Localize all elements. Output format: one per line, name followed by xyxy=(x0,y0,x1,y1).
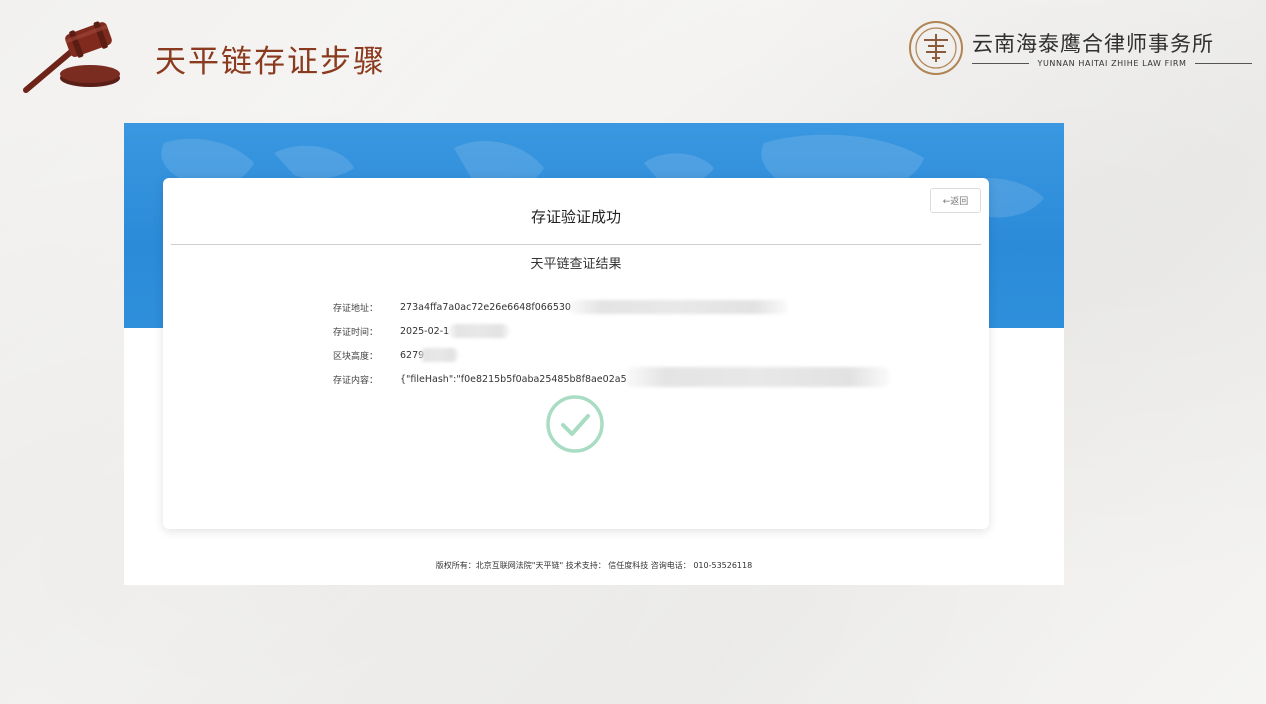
logo-divider-left xyxy=(972,62,1030,64)
evidence-info-list: 存证地址： 273a4ffa7a0ac72e26e6648f066530 存证时… xyxy=(333,295,890,391)
redaction-blur xyxy=(419,348,459,362)
verification-result-card: ←返回 存证验证成功 天平链查证结果 存证地址： 273a4ffa7a0ac72… xyxy=(163,178,989,529)
law-firm-name-cn: 云南海泰鹰合律师事务所 xyxy=(972,32,1214,56)
block-height-label: 区块高度： xyxy=(333,351,379,362)
card-divider xyxy=(171,244,981,245)
evidence-content-value: {"fileHash":"f0e8215b5f0aba25485b8f8ae02… xyxy=(400,373,627,385)
evidence-address-row: 存证地址： 273a4ffa7a0ac72e26e6648f066530 xyxy=(333,295,788,319)
redaction-blur xyxy=(625,367,890,387)
redaction-blur xyxy=(568,300,788,314)
redaction-blur xyxy=(448,324,510,338)
evidence-time-value: 2025-02-1 xyxy=(400,325,450,337)
evidence-address-label: 存证地址： xyxy=(333,303,379,314)
evidence-content-label: 存证内容： xyxy=(333,375,379,386)
evidence-address-value: 273a4ffa7a0ac72e26e6648f066530 xyxy=(400,301,571,313)
copyright-footer: 版权所有：北京互联网法院"天平链" 技术支持： 信任度科技 咨询电话： 010-… xyxy=(435,561,753,570)
evidence-content-row: 存证内容： {"fileHash":"f0e8215b5f0aba25485b8… xyxy=(333,367,890,391)
page-title: 天平链存证步骤 xyxy=(155,44,386,80)
verification-subtitle: 天平链查证结果 xyxy=(530,257,622,272)
verification-title: 存证验证成功 xyxy=(530,208,621,226)
verification-screenshot: ←返回 存证验证成功 天平链查证结果 存证地址： 273a4ffa7a0ac72… xyxy=(124,123,1064,585)
gavel-icon xyxy=(18,18,128,98)
law-firm-seal-icon xyxy=(909,21,963,75)
logo-divider-right xyxy=(1194,62,1252,64)
law-firm-logo: 云南海泰鹰合律师事务所 YUNNAN HAITAI ZHIHE LAW FIRM xyxy=(906,18,1256,78)
law-firm-name-en: YUNNAN HAITAI ZHIHE LAW FIRM xyxy=(1037,58,1187,68)
evidence-time-label: 存证时间： xyxy=(333,327,379,338)
check-circle-icon xyxy=(546,395,604,453)
block-height-row: 区块高度： 6279 xyxy=(333,343,627,367)
evidence-time-row: 存证时间： 2025-02-1 xyxy=(333,319,627,343)
law-firm-name-en-row: YUNNAN HAITAI ZHIHE LAW FIRM xyxy=(972,56,1252,70)
